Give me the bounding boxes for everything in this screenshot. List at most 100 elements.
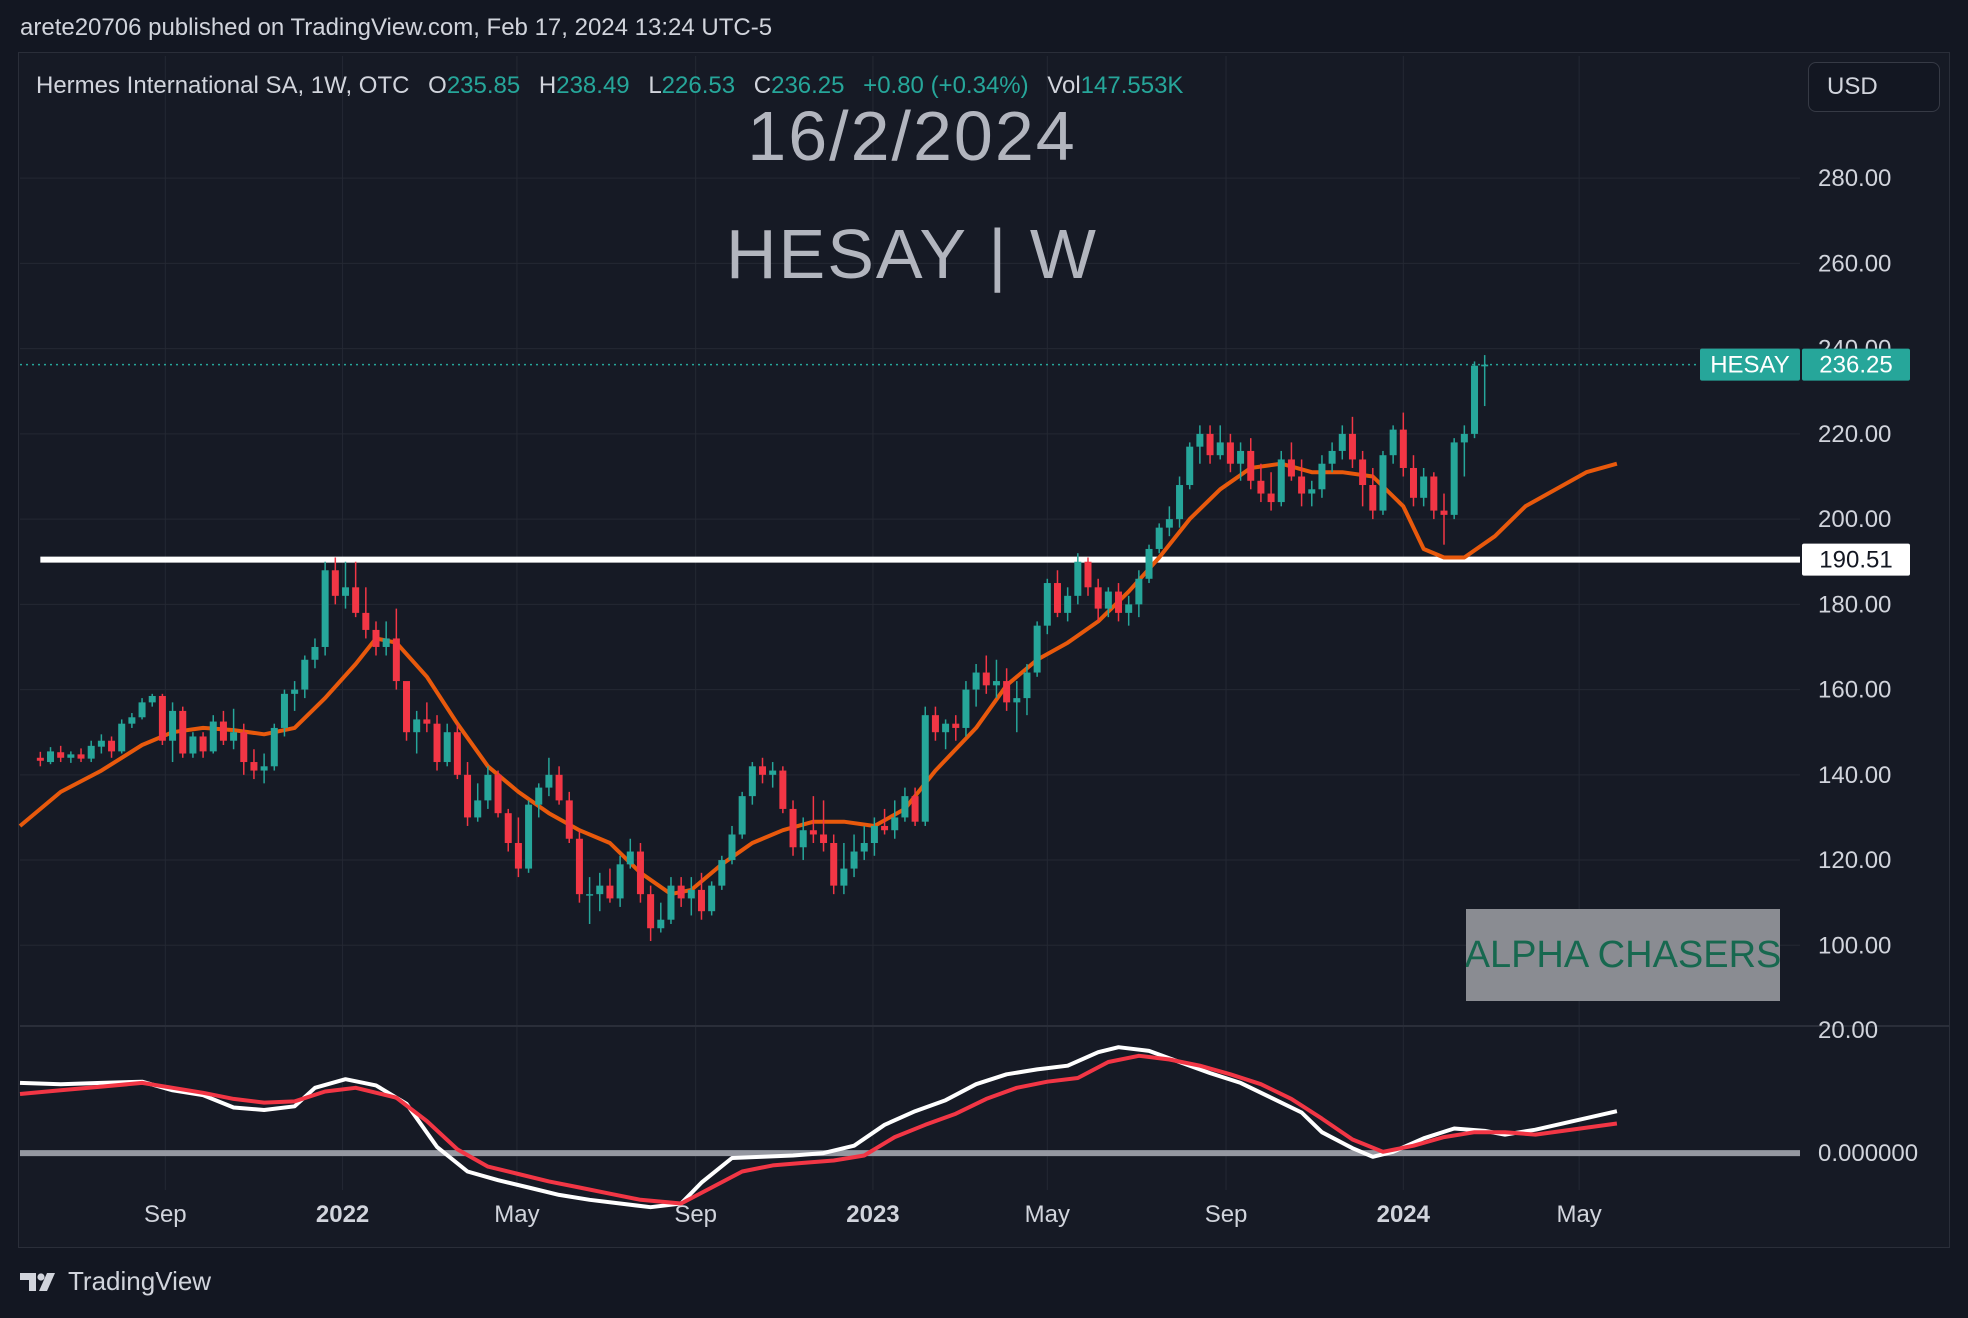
level-price-label: 190.51 bbox=[1819, 547, 1892, 574]
candle-body bbox=[657, 919, 665, 929]
candle-body bbox=[1440, 510, 1448, 515]
chart-canvas[interactable]: Sep 2022 May Sep 2023 May Sep 2024 May100.00120.… bbox=[0, 0, 1968, 1318]
candle-body bbox=[1338, 433, 1346, 451]
candle-body bbox=[138, 702, 146, 718]
legend-high-value: 238.49 bbox=[556, 72, 630, 99]
candle-body bbox=[1165, 519, 1173, 528]
candle-body bbox=[362, 612, 370, 630]
candle-body bbox=[1125, 604, 1133, 613]
candle-body bbox=[748, 766, 756, 797]
candle-body bbox=[555, 774, 563, 801]
watermark-date: 16/2/2024 bbox=[747, 97, 1077, 175]
y-tick-label: 200.00 bbox=[1818, 506, 1891, 533]
legend-open-label: O bbox=[428, 72, 447, 99]
candle-body bbox=[392, 638, 400, 682]
candle-body bbox=[759, 766, 767, 775]
candle-body bbox=[891, 817, 899, 831]
candle-body bbox=[1033, 625, 1041, 673]
candle-body bbox=[1257, 480, 1265, 494]
signal-line bbox=[19, 1053, 1618, 1206]
candle-body bbox=[1369, 485, 1377, 511]
candle-body bbox=[830, 843, 838, 886]
candle-body bbox=[636, 851, 644, 895]
x-tick-label: May bbox=[494, 1201, 539, 1228]
candle-body bbox=[87, 745, 95, 759]
candle-body bbox=[982, 672, 990, 686]
candle-body bbox=[626, 851, 634, 865]
candle-body bbox=[97, 740, 105, 747]
candle-body bbox=[647, 894, 655, 929]
tradingview-logo[interactable]: TradingView bbox=[20, 1266, 211, 1297]
currency-button[interactable]: USD bbox=[1808, 62, 1940, 112]
legend-close-value: 236.25 bbox=[771, 72, 845, 99]
last-price-label: 236.25 bbox=[1819, 352, 1892, 379]
candle-body bbox=[443, 732, 451, 763]
currency-label: USD bbox=[1827, 73, 1878, 100]
candle-body bbox=[514, 843, 522, 869]
candle-body bbox=[199, 736, 207, 752]
candle-body bbox=[1074, 561, 1082, 596]
candle-body bbox=[148, 695, 156, 703]
macd-line bbox=[19, 1045, 1618, 1210]
candle-body bbox=[403, 681, 411, 733]
candle-body bbox=[270, 727, 278, 767]
candle-body bbox=[809, 830, 817, 835]
y-tick-label: 100.00 bbox=[1818, 932, 1891, 959]
candle-body bbox=[179, 710, 187, 754]
legend-symbol: Hermes International SA, 1W, OTC bbox=[36, 72, 410, 99]
candle-body bbox=[820, 834, 828, 844]
last-price-symbol-label: HESAY bbox=[1710, 352, 1790, 379]
candle-body bbox=[382, 638, 390, 647]
candle-body bbox=[687, 889, 695, 899]
y-tick-label: 160.00 bbox=[1818, 677, 1891, 704]
candle-body bbox=[850, 851, 858, 869]
candle-body bbox=[565, 800, 573, 839]
brand-text: ALPHA CHASERS bbox=[1466, 933, 1780, 976]
candle-body bbox=[1135, 578, 1143, 605]
candle-body bbox=[1328, 450, 1336, 464]
candle-body bbox=[484, 774, 492, 801]
candle-body bbox=[1013, 698, 1021, 703]
candle-body bbox=[942, 723, 950, 733]
candle-body bbox=[1481, 364, 1489, 367]
legend-vol-value: 147.553K bbox=[1080, 72, 1184, 99]
candle-body bbox=[525, 804, 533, 869]
candle-body bbox=[219, 721, 227, 741]
candle-body bbox=[108, 740, 116, 752]
candle-body bbox=[36, 757, 44, 761]
candle-body bbox=[952, 723, 960, 728]
candle-body bbox=[728, 834, 736, 861]
candle-body bbox=[423, 719, 431, 724]
candle-body bbox=[840, 868, 848, 886]
y-tick-label: 260.00 bbox=[1818, 250, 1891, 277]
candle-body bbox=[240, 732, 248, 763]
candle-body bbox=[301, 659, 309, 690]
candle-body bbox=[616, 864, 624, 899]
candle-body bbox=[1247, 450, 1255, 481]
candle-body bbox=[158, 695, 166, 741]
candle-body bbox=[911, 796, 919, 822]
x-tick-label: May bbox=[1025, 1201, 1070, 1228]
candle-body bbox=[128, 717, 136, 724]
candle-body bbox=[331, 570, 339, 596]
legend-change: +0.80 (+0.34%) bbox=[863, 72, 1029, 99]
candle-body bbox=[1176, 485, 1184, 520]
candle-body bbox=[341, 587, 349, 596]
candle-body bbox=[870, 825, 878, 844]
candle-body bbox=[1399, 429, 1407, 468]
x-tick-label: May bbox=[1556, 1201, 1601, 1228]
candle-body bbox=[1430, 476, 1438, 511]
candle-body bbox=[1053, 583, 1061, 613]
x-tick-label: 2022 bbox=[316, 1201, 369, 1228]
candle-body bbox=[962, 689, 970, 728]
candle-body bbox=[1460, 433, 1468, 443]
candle-body bbox=[352, 587, 360, 613]
candle-body bbox=[677, 885, 685, 899]
candle-body bbox=[667, 885, 675, 920]
candle-body bbox=[413, 719, 421, 733]
candle-body bbox=[596, 885, 604, 895]
osc-y-tick-label: 20.00 bbox=[1818, 1017, 1878, 1044]
watermark-title: HESAY | W bbox=[726, 215, 1098, 293]
legend-vol-label: Vol bbox=[1047, 72, 1081, 99]
legend-low-label: L bbox=[648, 72, 662, 99]
